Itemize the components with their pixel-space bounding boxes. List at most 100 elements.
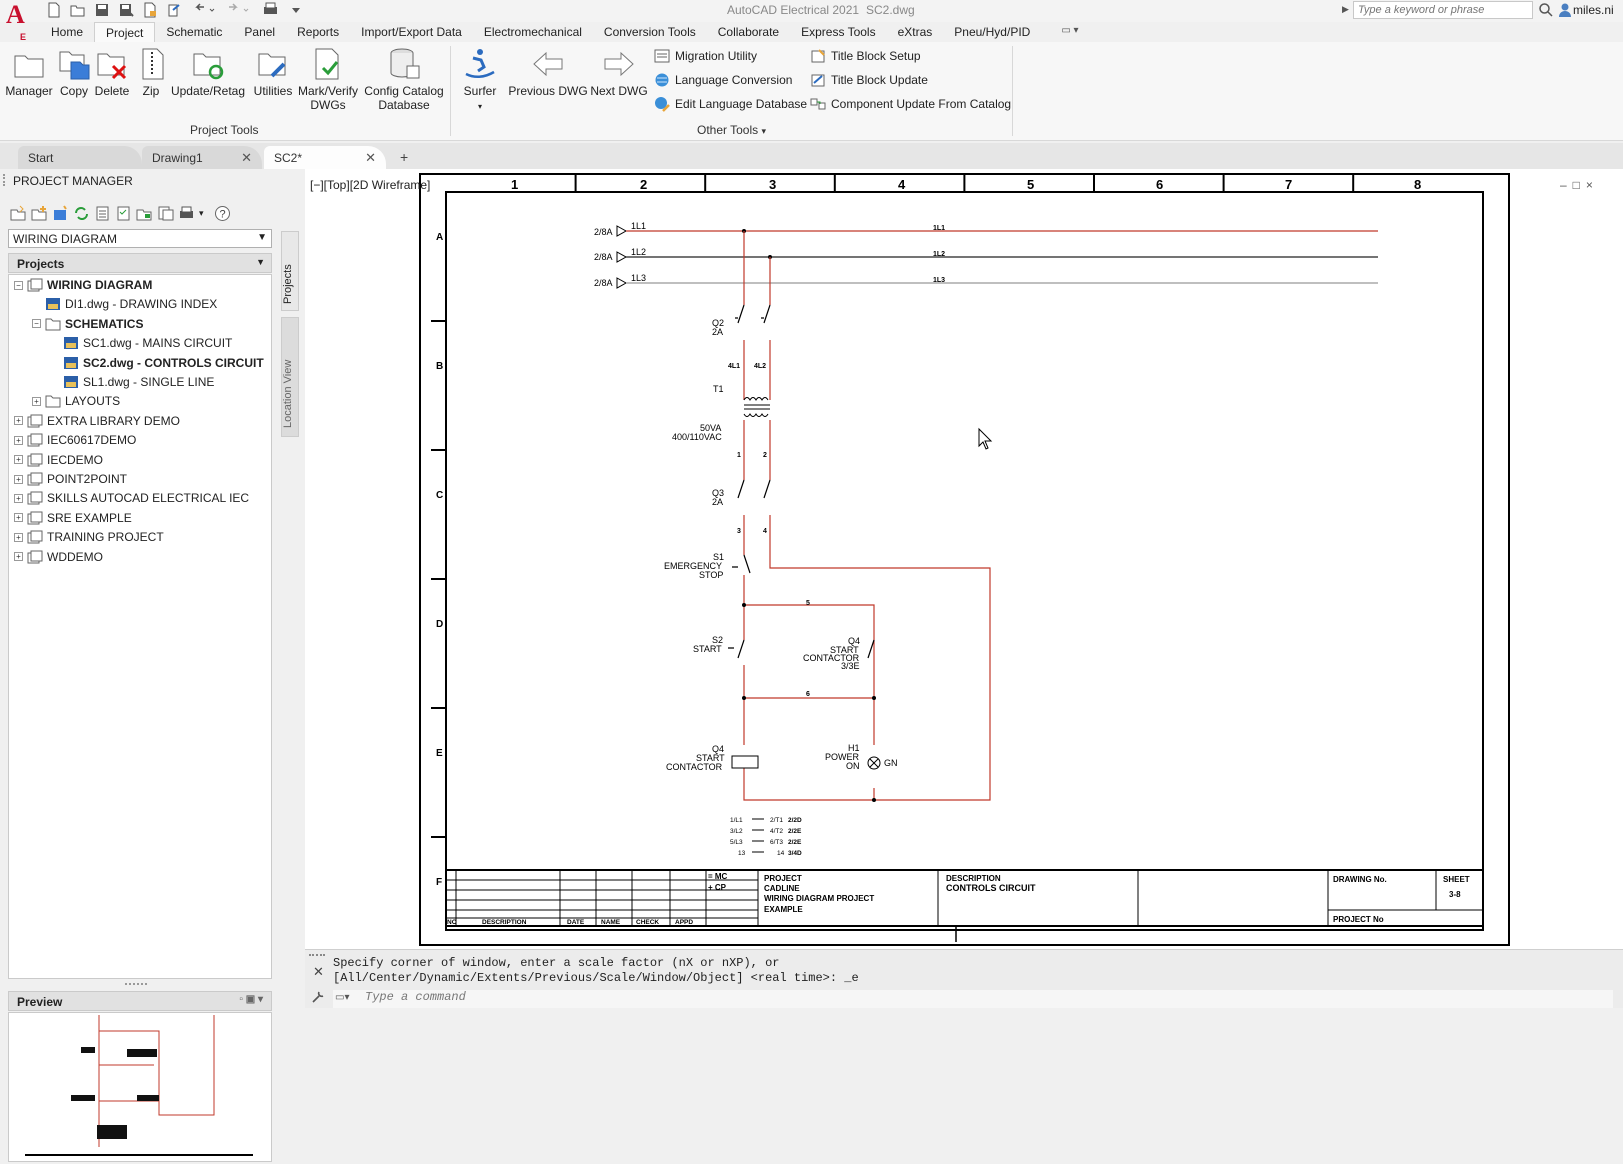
delete-button[interactable]: Delete [92,46,132,98]
new-icon[interactable] [46,2,62,18]
ribbon-minimize-icon[interactable]: ▭ ▾ [1041,22,1089,42]
redo-icon[interactable] [226,2,250,18]
new-drawing-icon[interactable] [52,205,69,223]
tab-panel[interactable]: Panel [233,22,286,42]
save-as-icon[interactable] [118,2,134,18]
language-conversion-button[interactable]: Language Conversion [654,70,792,90]
zip-button[interactable]: Zip [136,46,166,98]
tab-reports[interactable]: Reports [286,22,350,42]
other-tools-panel-label[interactable]: Other Tools ▾ [697,123,766,137]
update-retag-button[interactable]: Update/Retag [170,46,246,98]
expand-icon[interactable]: + [14,513,23,523]
user-name[interactable]: miles.ni [1573,3,1614,17]
viewport-window-controls[interactable]: –□× [1560,178,1599,192]
expand-icon[interactable]: + [14,416,23,426]
expand-icon[interactable]: + [14,552,23,562]
user-icon[interactable] [1558,2,1572,21]
tab-express-tools[interactable]: Express Tools [790,22,886,42]
previous-dwg-button[interactable]: Previous DWG [508,46,588,98]
expand-icon[interactable]: + [14,532,23,542]
tree-item[interactable]: + TRAINING PROJECT [14,528,164,546]
splitter-grip[interactable] [125,983,147,987]
tree-item[interactable]: + WDDEMO [14,548,103,566]
tree-item[interactable]: + IECDEMO [14,451,103,469]
tab-extras[interactable]: eXtras [887,22,944,42]
tab-pneu-hyd-pid[interactable]: Pneu/Hyd/PID [943,22,1041,42]
tab-collaborate[interactable]: Collaborate [707,22,790,42]
search-expand-icon[interactable]: ▶ [1342,4,1349,15]
print-icon[interactable] [262,2,284,18]
config-catalog-database-button[interactable]: Config Catalog Database [362,46,446,112]
title-block-setup-button[interactable]: Title Block Setup [810,46,921,66]
command-input[interactable]: ▭▾ Type a command [333,990,1613,1008]
tab-schematic[interactable]: Schematic [155,22,233,42]
side-tab-projects[interactable]: Projects [281,231,299,311]
doc-tab-start[interactable]: Start [18,146,142,169]
doc-tab-sc2[interactable]: SC2* ✕ [264,146,386,169]
expand-icon[interactable]: + [14,493,23,503]
command-grip[interactable] [309,954,325,960]
search-icon[interactable] [1538,2,1554,21]
tree-item[interactable]: SL1.dwg - SINGLE LINE [50,373,214,391]
project-select[interactable]: WIRING DIAGRAM ▼ [8,229,272,248]
close-icon[interactable]: ✕ [313,964,324,980]
drawing-canvas[interactable]: 1 2 3 4 5 6 7 8 A B C D E F 2/8A 2/8A 2/… [305,169,1623,949]
projects-header[interactable]: Projects ▼ [8,253,272,273]
tree-item[interactable]: SC1.dwg - MAINS CIRCUIT [50,334,232,352]
tab-import-export-data[interactable]: Import/Export Data [350,22,473,42]
next-dwg-button[interactable]: Next DWG [588,46,650,98]
expand-icon[interactable]: + [14,435,23,445]
collapse-icon[interactable]: − [14,280,23,290]
command-prompt-icon[interactable]: ▭▾ [335,992,349,1004]
tree-item[interactable]: + EXTRA LIBRARY DEMO [14,412,180,430]
close-icon[interactable]: ✕ [365,150,376,166]
mark-verify-dwgs-button[interactable]: Mark/Verify DWGs [296,46,360,112]
undo-icon[interactable] [192,2,216,18]
open-project-icon[interactable] [10,205,27,223]
wrench-icon[interactable] [311,990,325,1007]
tree-item[interactable]: DI1.dwg - DRAWING INDEX [32,295,217,313]
tab-project[interactable]: Project [94,22,156,42]
copy-button[interactable]: Copy [56,46,92,98]
surfer-button[interactable]: Surfer ▾ [458,46,502,114]
collapse-icon[interactable]: − [32,319,41,329]
tree-item[interactable]: + POINT2POINT [14,470,127,488]
save-icon[interactable] [94,2,110,18]
title-block-update-button[interactable]: Title Block Update [810,70,928,90]
preview-options-icon[interactable]: ▫ ▣ ▾ [239,994,263,1005]
tree-item[interactable]: + SKILLS AUTOCAD ELECTRICAL IEC [14,489,249,507]
expand-icon[interactable]: + [14,455,23,465]
plot-icon[interactable] [142,2,158,18]
customize-qat-icon[interactable] [288,2,304,18]
project-wide-icon[interactable] [157,205,174,223]
share-icon[interactable] [166,2,182,18]
help-icon[interactable]: ? [214,205,231,223]
new-project-icon[interactable] [31,205,48,223]
manager-button[interactable]: Manager [4,46,54,98]
tab-electromechanical[interactable]: Electromechanical [473,22,593,42]
refresh-icon[interactable] [73,205,90,223]
tree-item[interactable]: + SRE EXAMPLE [14,509,132,527]
tree-item[interactable]: SC2.dwg - CONTROLS CIRCUIT [50,354,264,372]
expand-icon[interactable]: + [14,474,23,484]
new-tab-button[interactable]: + [400,149,408,165]
edit-language-database-button[interactable]: Edit Language Database [654,94,807,114]
project-tasks-icon[interactable] [115,205,132,223]
tree-item[interactable]: − WIRING DIAGRAM [14,276,152,294]
tab-home[interactable]: Home [40,22,94,42]
palette-grip[interactable] [3,174,9,186]
expand-icon[interactable]: + [32,396,41,406]
tree-item[interactable]: + IEC60617DEMO [14,431,136,449]
open-icon[interactable] [70,2,86,18]
tab-conversion-tools[interactable]: Conversion Tools [593,22,707,42]
drawing-list-icon[interactable] [94,205,111,223]
component-update-from-catalog-button[interactable]: Component Update From Catalog [810,94,1011,114]
autocad-logo[interactable]: AE [6,2,30,43]
plot-project-icon[interactable] [178,205,195,223]
viewport-controls-label[interactable]: [−][Top][2D Wireframe] [310,178,430,192]
search-input[interactable] [1353,1,1533,19]
doc-tab-drawing1[interactable]: Drawing1 ✕ [142,146,262,169]
dropdown-icon[interactable]: ▾ [199,205,204,223]
publish-icon[interactable] [136,205,153,223]
utilities-button[interactable]: Utilities [250,46,296,98]
